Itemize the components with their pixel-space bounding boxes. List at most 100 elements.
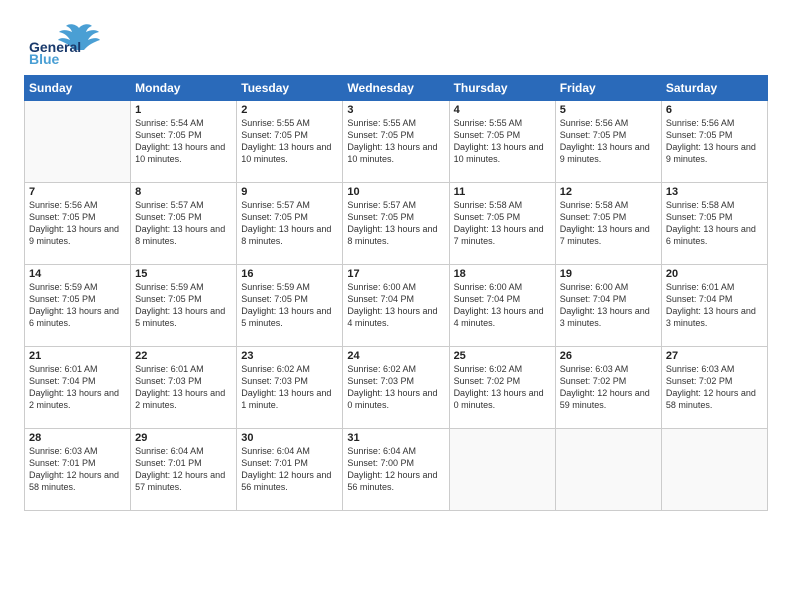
cell-daylight: Daylight: 12 hours and 56 minutes.	[347, 470, 437, 492]
header: General Blue	[24, 20, 768, 65]
cell-sunset: Sunset: 7:04 PM	[29, 376, 96, 386]
calendar-cell: 19 Sunrise: 6:00 AM Sunset: 7:04 PM Dayl…	[555, 265, 661, 347]
cell-daylight: Daylight: 13 hours and 8 minutes.	[135, 224, 225, 246]
day-number: 23	[241, 350, 338, 362]
day-number: 13	[666, 186, 763, 198]
calendar-cell: 9 Sunrise: 5:57 AM Sunset: 7:05 PM Dayli…	[237, 183, 343, 265]
cell-daylight: Daylight: 13 hours and 1 minute.	[241, 388, 331, 410]
cell-daylight: Daylight: 13 hours and 7 minutes.	[560, 224, 650, 246]
cell-sunrise: Sunrise: 6:02 AM	[347, 364, 416, 374]
cell-sunset: Sunset: 7:03 PM	[135, 376, 202, 386]
cell-sunrise: Sunrise: 6:00 AM	[454, 282, 523, 292]
day-number: 2	[241, 104, 338, 116]
cell-daylight: Daylight: 12 hours and 59 minutes.	[560, 388, 650, 410]
day-number: 28	[29, 432, 126, 444]
day-number: 31	[347, 432, 444, 444]
cell-daylight: Daylight: 12 hours and 58 minutes.	[666, 388, 756, 410]
calendar-cell: 27 Sunrise: 6:03 AM Sunset: 7:02 PM Dayl…	[661, 347, 767, 429]
calendar-cell: 8 Sunrise: 5:57 AM Sunset: 7:05 PM Dayli…	[131, 183, 237, 265]
day-number: 15	[135, 268, 232, 280]
cell-sunrise: Sunrise: 5:56 AM	[560, 118, 629, 128]
cell-sunset: Sunset: 7:05 PM	[347, 212, 414, 222]
calendar-cell: 11 Sunrise: 5:58 AM Sunset: 7:05 PM Dayl…	[449, 183, 555, 265]
calendar-cell: 17 Sunrise: 6:00 AM Sunset: 7:04 PM Dayl…	[343, 265, 449, 347]
page: General Blue SundayMondayTuesdayWednesda…	[0, 0, 792, 612]
cell-sunrise: Sunrise: 5:59 AM	[135, 282, 204, 292]
day-number: 29	[135, 432, 232, 444]
cell-sunrise: Sunrise: 5:58 AM	[560, 200, 629, 210]
cell-daylight: Daylight: 13 hours and 2 minutes.	[29, 388, 119, 410]
day-number: 5	[560, 104, 657, 116]
cell-sunrise: Sunrise: 6:00 AM	[560, 282, 629, 292]
day-number: 14	[29, 268, 126, 280]
cell-sunrise: Sunrise: 5:58 AM	[454, 200, 523, 210]
cell-daylight: Daylight: 13 hours and 6 minutes.	[666, 224, 756, 246]
cell-daylight: Daylight: 13 hours and 9 minutes.	[560, 142, 650, 164]
day-number: 17	[347, 268, 444, 280]
day-number: 30	[241, 432, 338, 444]
cell-sunset: Sunset: 7:01 PM	[241, 458, 308, 468]
weekday-header-sunday: Sunday	[25, 76, 131, 101]
cell-sunset: Sunset: 7:05 PM	[135, 130, 202, 140]
cell-sunrise: Sunrise: 5:57 AM	[241, 200, 310, 210]
cell-daylight: Daylight: 13 hours and 9 minutes.	[666, 142, 756, 164]
cell-sunset: Sunset: 7:01 PM	[135, 458, 202, 468]
calendar-cell	[449, 429, 555, 511]
cell-sunrise: Sunrise: 6:04 AM	[241, 446, 310, 456]
calendar-cell: 10 Sunrise: 5:57 AM Sunset: 7:05 PM Dayl…	[343, 183, 449, 265]
cell-sunset: Sunset: 7:05 PM	[241, 130, 308, 140]
calendar-cell: 15 Sunrise: 5:59 AM Sunset: 7:05 PM Dayl…	[131, 265, 237, 347]
cell-daylight: Daylight: 13 hours and 0 minutes.	[454, 388, 544, 410]
cell-daylight: Daylight: 13 hours and 0 minutes.	[347, 388, 437, 410]
calendar-cell: 25 Sunrise: 6:02 AM Sunset: 7:02 PM Dayl…	[449, 347, 555, 429]
calendar-cell: 7 Sunrise: 5:56 AM Sunset: 7:05 PM Dayli…	[25, 183, 131, 265]
weekday-header-monday: Monday	[131, 76, 237, 101]
cell-sunset: Sunset: 7:05 PM	[29, 294, 96, 304]
cell-daylight: Daylight: 13 hours and 4 minutes.	[454, 306, 544, 328]
cell-sunrise: Sunrise: 6:00 AM	[347, 282, 416, 292]
calendar-cell: 6 Sunrise: 5:56 AM Sunset: 7:05 PM Dayli…	[661, 101, 767, 183]
calendar-cell: 26 Sunrise: 6:03 AM Sunset: 7:02 PM Dayl…	[555, 347, 661, 429]
calendar-cell: 23 Sunrise: 6:02 AM Sunset: 7:03 PM Dayl…	[237, 347, 343, 429]
cell-daylight: Daylight: 13 hours and 9 minutes.	[29, 224, 119, 246]
cell-daylight: Daylight: 12 hours and 56 minutes.	[241, 470, 331, 492]
cell-daylight: Daylight: 13 hours and 3 minutes.	[560, 306, 650, 328]
cell-sunset: Sunset: 7:05 PM	[347, 130, 414, 140]
cell-sunrise: Sunrise: 5:54 AM	[135, 118, 204, 128]
cell-sunset: Sunset: 7:03 PM	[347, 376, 414, 386]
cell-sunset: Sunset: 7:04 PM	[666, 294, 733, 304]
weekday-header-row: SundayMondayTuesdayWednesdayThursdayFrid…	[25, 76, 768, 101]
calendar-cell: 31 Sunrise: 6:04 AM Sunset: 7:00 PM Dayl…	[343, 429, 449, 511]
cell-daylight: Daylight: 13 hours and 3 minutes.	[666, 306, 756, 328]
day-number: 10	[347, 186, 444, 198]
day-number: 9	[241, 186, 338, 198]
calendar-table: SundayMondayTuesdayWednesdayThursdayFrid…	[24, 75, 768, 511]
calendar-cell: 16 Sunrise: 5:59 AM Sunset: 7:05 PM Dayl…	[237, 265, 343, 347]
calendar-cell: 12 Sunrise: 5:58 AM Sunset: 7:05 PM Dayl…	[555, 183, 661, 265]
cell-daylight: Daylight: 13 hours and 10 minutes.	[347, 142, 437, 164]
day-number: 21	[29, 350, 126, 362]
day-number: 11	[454, 186, 551, 198]
cell-sunset: Sunset: 7:00 PM	[347, 458, 414, 468]
cell-sunset: Sunset: 7:02 PM	[560, 376, 627, 386]
cell-sunrise: Sunrise: 5:57 AM	[135, 200, 204, 210]
cell-daylight: Daylight: 13 hours and 10 minutes.	[241, 142, 331, 164]
calendar-cell: 21 Sunrise: 6:01 AM Sunset: 7:04 PM Dayl…	[25, 347, 131, 429]
calendar-cell: 13 Sunrise: 5:58 AM Sunset: 7:05 PM Dayl…	[661, 183, 767, 265]
calendar-cell: 22 Sunrise: 6:01 AM Sunset: 7:03 PM Dayl…	[131, 347, 237, 429]
day-number: 27	[666, 350, 763, 362]
calendar-cell	[661, 429, 767, 511]
cell-sunset: Sunset: 7:05 PM	[135, 294, 202, 304]
calendar-cell: 5 Sunrise: 5:56 AM Sunset: 7:05 PM Dayli…	[555, 101, 661, 183]
calendar-week-row: 21 Sunrise: 6:01 AM Sunset: 7:04 PM Dayl…	[25, 347, 768, 429]
calendar-cell: 20 Sunrise: 6:01 AM Sunset: 7:04 PM Dayl…	[661, 265, 767, 347]
day-number: 1	[135, 104, 232, 116]
calendar-cell: 14 Sunrise: 5:59 AM Sunset: 7:05 PM Dayl…	[25, 265, 131, 347]
weekday-header-thursday: Thursday	[449, 76, 555, 101]
calendar-cell: 28 Sunrise: 6:03 AM Sunset: 7:01 PM Dayl…	[25, 429, 131, 511]
day-number: 26	[560, 350, 657, 362]
cell-daylight: Daylight: 13 hours and 10 minutes.	[135, 142, 225, 164]
cell-sunset: Sunset: 7:05 PM	[29, 212, 96, 222]
calendar-week-row: 28 Sunrise: 6:03 AM Sunset: 7:01 PM Dayl…	[25, 429, 768, 511]
calendar-week-row: 7 Sunrise: 5:56 AM Sunset: 7:05 PM Dayli…	[25, 183, 768, 265]
